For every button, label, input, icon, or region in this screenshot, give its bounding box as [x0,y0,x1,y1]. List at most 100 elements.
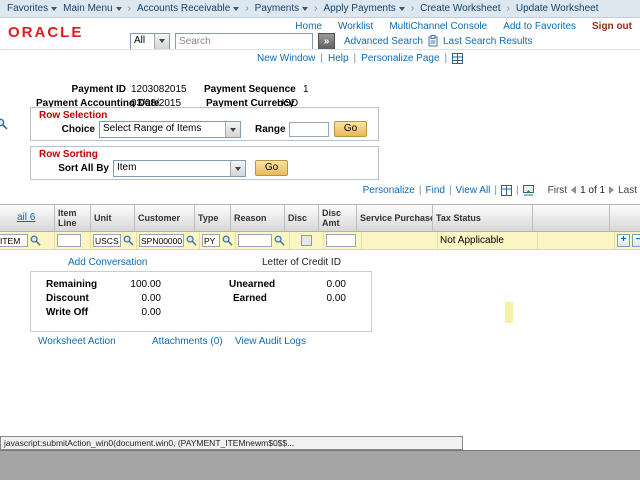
highlight-sliver [505,302,513,323]
row-sorting-title: Row Sorting [39,149,98,160]
customer-input[interactable] [139,234,184,247]
add-row-button[interactable]: + [617,234,630,247]
sort-all-by-value: Item [114,161,230,176]
download-grid-icon[interactable] [523,185,534,196]
last-search-results-link[interactable]: Last Search Results [443,36,533,47]
range-input[interactable] [289,122,329,137]
oracle-logo: ORACLE [8,24,83,41]
breadcrumb-label: Create Worksheet [420,3,500,14]
col-header-tax-status: Tax Status [433,205,533,231]
toolbar-separator: | [419,185,422,196]
breadcrumb-main-menu[interactable]: Main Menu [63,3,121,14]
col-header-actions [610,205,640,231]
breadcrumb-separator: › [128,3,131,14]
personalize-page-link[interactable]: Personalize Page [361,53,439,64]
col-header-disc-amt: Disc Amt [319,205,357,231]
disc-amt-input[interactable] [326,234,356,247]
next-row-icon[interactable] [609,186,614,194]
tax-status-cell: Not Applicable [438,232,538,249]
breadcrumb-separator: › [314,3,317,14]
pagebar-separator: | [445,53,448,64]
item-line-input[interactable] [57,234,81,247]
page-bar: New Window | Help | Personalize Page | [257,53,463,64]
breadcrumb-label: Update Worksheet [516,3,599,14]
remove-row-button[interactable]: − [632,234,640,247]
personalize-grid-link[interactable]: Personalize [363,185,415,196]
dropdown-caret-icon [233,7,239,11]
breadcrumb-label: Apply Payments [323,3,395,14]
row-sorting-go-button[interactable]: Go [255,160,288,176]
breadcrumb-label: Main Menu [63,3,112,14]
breadcrumb-favorites[interactable]: Favorites [7,3,57,14]
row-selection-go-button[interactable]: Go [334,121,367,137]
view-all-link[interactable]: View All [456,185,491,196]
unearned-label: Unearned [229,279,275,290]
type-input[interactable] [202,234,220,247]
worksheet-action-link[interactable]: Worksheet Action [38,336,116,347]
pagebar-separator: | [354,53,357,64]
home-link[interactable]: Home [295,21,322,32]
new-window-link[interactable]: New Window [257,53,315,64]
view-audit-logs-link[interactable]: View Audit Logs [235,336,306,347]
col-header-blank [533,205,610,231]
breadcrumb-update-worksheet[interactable]: Update Worksheet [516,3,599,14]
search-scope-select[interactable]: All [130,33,170,50]
breadcrumb-label: Favorites [7,3,48,14]
search-input[interactable] [175,33,313,50]
disc-checkbox[interactable] [301,235,312,246]
reason-input[interactable] [238,234,272,247]
col-header-type: Type [195,205,231,231]
attachments-link[interactable]: Attachments (0) [152,336,223,347]
lookup-icon[interactable] [30,235,41,246]
disc-amt-cell [324,232,362,249]
item-input[interactable] [0,234,28,247]
sort-all-by-select[interactable]: Item [113,160,246,177]
item-cell [0,232,55,249]
worksheet-item-row: Not Applicable + − [0,232,640,250]
customer-cell [137,232,200,249]
breadcrumb-separator: › [507,3,510,14]
zoom-grid-icon[interactable] [501,185,512,196]
lookup-icon[interactable] [0,118,8,130]
row-sorting-group: Row Sorting Sort All By Item Go [30,146,379,180]
lookup-icon[interactable] [123,235,134,246]
advanced-search-link[interactable]: Advanced Search [344,36,423,47]
add-conversation-link[interactable]: Add Conversation [68,257,148,268]
choice-select[interactable]: Select Range of Items [99,121,241,138]
breadcrumb-accounts-receivable[interactable]: Accounts Receivable [137,3,239,14]
breadcrumb-separator: › [411,3,414,14]
letter-of-credit-label: Letter of Credit ID [262,257,341,268]
discount-label: Discount [46,293,89,304]
first-link[interactable]: First [548,185,567,196]
last-link[interactable]: Last [618,185,637,196]
breadcrumb-label: Accounts Receivable [137,3,230,14]
lookup-icon[interactable] [274,235,285,246]
lookup-icon[interactable] [186,235,197,246]
unit-cell [91,232,137,249]
find-link[interactable]: Find [425,185,444,196]
choice-label: Choice [53,124,95,135]
grid-layout-icon[interactable] [452,53,463,64]
add-to-favorites-link[interactable]: Add to Favorites [503,21,576,32]
breadcrumb-apply-payments[interactable]: Apply Payments [323,3,404,14]
payment-id-label: Payment ID [68,84,126,95]
previous-row-icon[interactable] [571,186,576,194]
col-header-unit: Unit [91,205,135,231]
multichannel-console-link[interactable]: MultiChannel Console [389,21,487,32]
lookup-icon[interactable] [222,235,233,246]
grid-tab-cell: ail 6 [0,205,55,231]
sign-out-link[interactable]: Sign out [592,21,632,32]
breadcrumb-payments[interactable]: Payments [255,3,308,14]
unit-input[interactable] [93,234,121,247]
breadcrumb-create-worksheet[interactable]: Create Worksheet [420,3,500,14]
help-link[interactable]: Help [328,53,349,64]
grid-row-position: 1 of 1 [580,185,605,196]
detail-tab[interactable]: ail 6 [17,212,35,224]
select-arrow-icon [154,34,169,49]
global-search-bar: All » Advanced Search Last Search Result… [130,32,532,50]
worklist-link[interactable]: Worklist [338,21,373,32]
bottom-gray-band [0,450,640,480]
toolbar-separator: | [516,185,519,196]
col-header-customer: Customer [135,205,195,231]
search-go-button[interactable]: » [318,33,335,50]
